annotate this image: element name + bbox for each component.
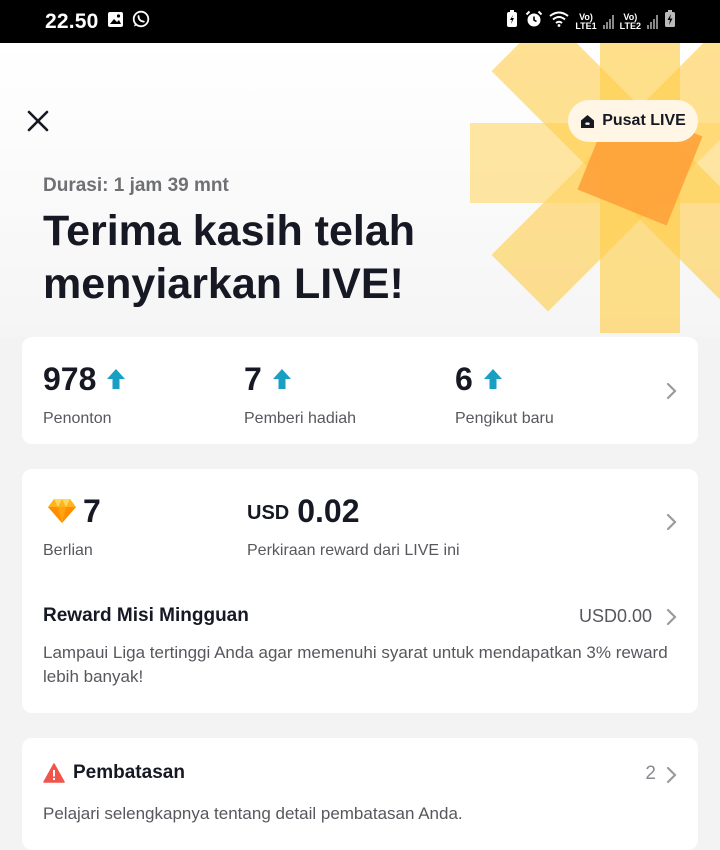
chevron-right-icon — [666, 766, 677, 784]
page-title-line1: Terima kasih telah — [43, 207, 416, 255]
reward-estimate-number: USD 0.02 — [247, 491, 460, 531]
signal-bars-icon — [647, 14, 658, 29]
network-lte2: Vo) LTE2 — [619, 12, 641, 31]
status-bar: 22.50 Vo) LTE1 Vo) LTE2 — [0, 0, 720, 43]
restrictions-title: Pembatasan — [73, 762, 185, 783]
live-duration: Durasi: 1 jam 39 mnt — [43, 175, 229, 196]
chevron-right-icon — [666, 513, 677, 531]
gallery-icon — [107, 11, 124, 33]
diamonds-label: Berlian — [43, 542, 93, 559]
diamonds-block: 7 Berlian — [43, 491, 101, 560]
wifi-icon — [549, 11, 569, 32]
warning-icon — [43, 763, 65, 783]
live-home-icon — [581, 114, 595, 128]
stat-followers-label: Pengikut baru — [455, 410, 554, 427]
stat-followers-number: 6 — [455, 359, 554, 399]
diamond-icon — [48, 499, 76, 523]
arrow-up-icon — [107, 369, 126, 389]
weekly-mission-description: Lampaui Liga tertinggi Anda agar memenuh… — [43, 643, 668, 686]
rewards-card: 7 Berlian USD 0.02 Perkiraan reward dari… — [22, 469, 698, 713]
stat-followers-value: 6 — [455, 360, 473, 397]
weekly-mission-value: USD0.00 — [578, 606, 652, 626]
arrow-up-icon — [272, 369, 291, 389]
weekly-mission-row[interactable]: Reward Misi Mingguan USD0.00 Lampaui Lig… — [22, 587, 698, 713]
network-lte1: Vo) LTE1 — [575, 12, 597, 31]
close-icon — [27, 110, 49, 132]
restrictions-description: Pelajari selengkapnya tentang detail pem… — [43, 804, 463, 823]
live-stats-card[interactable]: 978 Penonton 7 Pemberi hadiah 6 Pengikut… — [22, 337, 698, 444]
summary-header: Pusat LIVE Durasi: 1 jam 39 mnt Terima k… — [0, 43, 720, 337]
arrow-up-icon — [483, 369, 502, 389]
stat-viewers-number: 978 — [43, 359, 126, 399]
weekly-mission-title: Reward Misi Mingguan — [43, 605, 249, 626]
alarm-icon — [525, 10, 543, 33]
whatsapp-icon — [132, 10, 150, 33]
status-left: 22.50 — [45, 10, 150, 34]
chevron-right-icon — [666, 382, 677, 400]
stat-viewers-label: Penonton — [43, 410, 112, 427]
stat-gifters-label: Pemberi hadiah — [244, 410, 357, 427]
stat-followers: 6 Pengikut baru — [455, 359, 554, 428]
stat-viewers: 978 Penonton — [43, 359, 126, 428]
reward-estimate-label: Perkiraan reward dari LIVE ini — [247, 542, 460, 559]
diamonds-value: 7 — [83, 492, 101, 529]
restrictions-title-row: Pembatasan — [43, 762, 185, 784]
stat-gifters: 7 Pemberi hadiah — [244, 359, 356, 428]
stat-gifters-number: 7 — [244, 359, 356, 399]
signal-bars-icon — [602, 14, 614, 29]
live-center-label: Pusat LIVE — [602, 112, 686, 129]
reward-estimate-block: USD 0.02 Perkiraan reward dari LIVE ini — [247, 491, 460, 560]
stat-viewers-value: 978 — [43, 360, 97, 397]
status-time: 22.50 — [45, 9, 99, 33]
battery-saver-icon — [505, 10, 519, 33]
battery-charging-icon — [664, 10, 676, 33]
reward-estimate-value: 0.02 — [297, 492, 360, 529]
network-lte1-sub: LTE1 — [575, 20, 597, 31]
page-title: Terima kasih telah menyiarkan LIVE! — [43, 205, 483, 311]
page-title-line2: menyiarkan LIVE! — [43, 260, 404, 308]
live-center-button[interactable]: Pusat LIVE — [568, 100, 698, 142]
chevron-right-icon — [666, 608, 677, 626]
rewards-summary-row[interactable]: 7 Berlian USD 0.02 Perkiraan reward dari… — [22, 469, 698, 569]
diamonds-number: 7 — [47, 491, 101, 531]
reward-currency: USD — [247, 501, 290, 524]
stat-gifters-value: 7 — [244, 360, 262, 397]
network-lte2-sub: LTE2 — [619, 20, 641, 31]
restrictions-card[interactable]: Pembatasan 2 Pelajari selengkapnya tenta… — [22, 738, 698, 850]
restrictions-count: 2 — [645, 763, 656, 784]
close-button[interactable] — [22, 105, 54, 137]
status-right: Vo) LTE1 Vo) LTE2 — [505, 10, 676, 33]
